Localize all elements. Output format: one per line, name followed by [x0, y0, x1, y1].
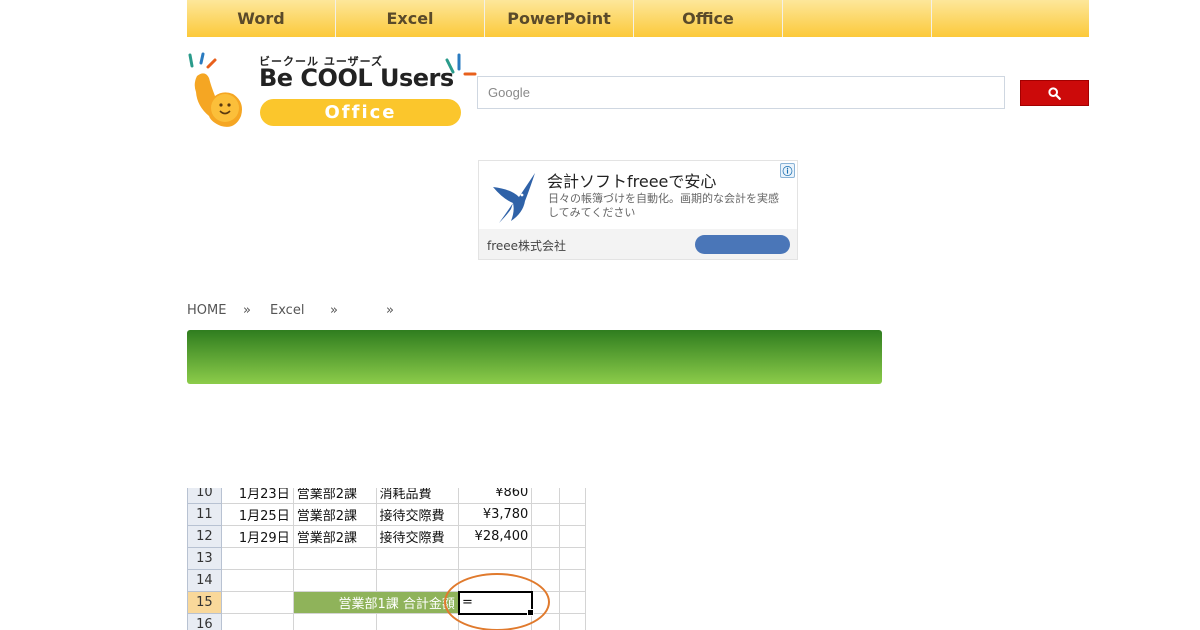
date-cell: 1月25日 [220, 503, 294, 526]
amount-cell: ¥28,400 [458, 525, 533, 548]
empty-cell [458, 547, 533, 570]
table-row: 10 1月23日 営業部2課 消耗品費 ¥860 [187, 488, 586, 504]
empty-cell [531, 525, 561, 548]
empty-cell [531, 503, 561, 526]
empty-cell [220, 591, 294, 614]
empty-cell [531, 488, 561, 504]
logo-office-badge: Office [260, 99, 461, 126]
dept-cell: 営業部2課 [292, 525, 377, 548]
fill-handle [526, 608, 534, 616]
nav-item-office[interactable]: Office [634, 0, 783, 37]
amount-cell: ¥3,780 [458, 503, 533, 526]
empty-cell [292, 547, 377, 570]
item-cell: 接待交際費 [375, 503, 460, 526]
site-logo[interactable]: ビークール ユーザーズ Be COOL Users Office [187, 50, 479, 132]
ad-description: 日々の帳簿づけを自動化。画期的な会計を実感してみてください [548, 192, 779, 219]
excel-screenshot: 10 1月23日 営業部2課 消耗品費 ¥860 11 1月25日 営業部2課 … [187, 488, 586, 630]
dept-cell: 営業部2課 [292, 488, 377, 504]
breadcrumb: HOME » Excel » » [187, 303, 394, 318]
table-row: 14 [187, 569, 586, 592]
row-header: 13 [187, 547, 222, 570]
search-button[interactable] [1020, 80, 1089, 106]
logo-mascot-icon [188, 52, 242, 127]
logo-title: Be COOL Users [259, 64, 454, 92]
empty-cell [220, 569, 294, 592]
table-row: 12 1月29日 営業部2課 接待交際費 ¥28,400 [187, 525, 586, 548]
breadcrumb-excel[interactable]: Excel [270, 303, 330, 318]
ad-open-button[interactable] [695, 235, 790, 254]
breadcrumb-separator: » [386, 303, 394, 318]
row-header: 11 [187, 503, 222, 526]
ad-info-icon[interactable]: ⓘ [780, 163, 795, 178]
formula-text: = [461, 595, 473, 610]
date-cell: 1月29日 [220, 525, 294, 548]
row-header: 10 [187, 488, 222, 504]
page-title-banner [187, 330, 882, 384]
total-label-cell: 営業部1課 合計金額 [292, 591, 460, 614]
ad-footer: freee株式会社 [479, 229, 797, 259]
empty-cell [559, 488, 586, 504]
date-cell: 1月23日 [220, 488, 294, 504]
nav-item-blank-2[interactable] [932, 0, 1089, 37]
empty-cell [375, 569, 460, 592]
breadcrumb-separator: » [330, 303, 338, 318]
empty-cell [559, 613, 586, 630]
row-header-selected: 15 [187, 591, 222, 614]
row-header: 12 [187, 525, 222, 548]
empty-cell [375, 547, 460, 570]
table-row: 11 1月25日 営業部2課 接待交際費 ¥3,780 [187, 503, 586, 526]
empty-cell [559, 547, 586, 570]
empty-cell [531, 591, 561, 614]
table-row: 15 営業部1課 合計金額 = [187, 590, 586, 616]
empty-cell [220, 547, 294, 570]
empty-cell [531, 613, 561, 630]
empty-cell [220, 613, 294, 630]
logo-accent-icon [445, 53, 477, 76]
ad-title[interactable]: 会計ソフトfreeeで安心 [547, 168, 716, 192]
table-row: 13 [187, 547, 586, 570]
formula-input-cell: = [457, 590, 534, 616]
nav-item-word[interactable]: Word [187, 0, 336, 37]
table-row: 16 [187, 613, 586, 630]
row-header: 14 [187, 569, 222, 592]
nav-item-blank-1[interactable] [783, 0, 932, 37]
search-placeholder: Google [488, 85, 530, 100]
breadcrumb-home[interactable]: HOME [187, 303, 243, 318]
empty-cell [458, 613, 533, 630]
search-icon [1048, 86, 1061, 100]
empty-cell [375, 613, 460, 630]
item-cell: 接待交際費 [375, 525, 460, 548]
dept-cell: 営業部2課 [292, 503, 377, 526]
empty-cell [292, 613, 377, 630]
ad-company: freee株式会社 [487, 239, 567, 253]
empty-cell [559, 503, 586, 526]
row-header: 16 [187, 613, 222, 630]
empty-cell [559, 569, 586, 592]
empty-cell [292, 569, 377, 592]
swallow-bird-icon [493, 173, 535, 223]
empty-cell [559, 525, 586, 548]
empty-cell [531, 547, 561, 570]
breadcrumb-separator: » [243, 303, 251, 318]
nav-item-excel[interactable]: Excel [336, 0, 485, 37]
empty-cell [531, 569, 561, 592]
empty-cell [458, 569, 533, 592]
nav-item-powerpoint[interactable]: PowerPoint [485, 0, 634, 37]
search-input[interactable]: Google [477, 76, 1005, 109]
ad-banner[interactable]: 会計ソフトfreeeで安心 日々の帳簿づけを自動化。画期的な会計を実感してみてく… [478, 160, 798, 260]
item-cell: 消耗品費 [375, 488, 460, 504]
top-nav: Word Excel PowerPoint Office [187, 0, 1089, 37]
amount-cell: ¥860 [458, 488, 533, 504]
empty-cell [559, 591, 586, 614]
